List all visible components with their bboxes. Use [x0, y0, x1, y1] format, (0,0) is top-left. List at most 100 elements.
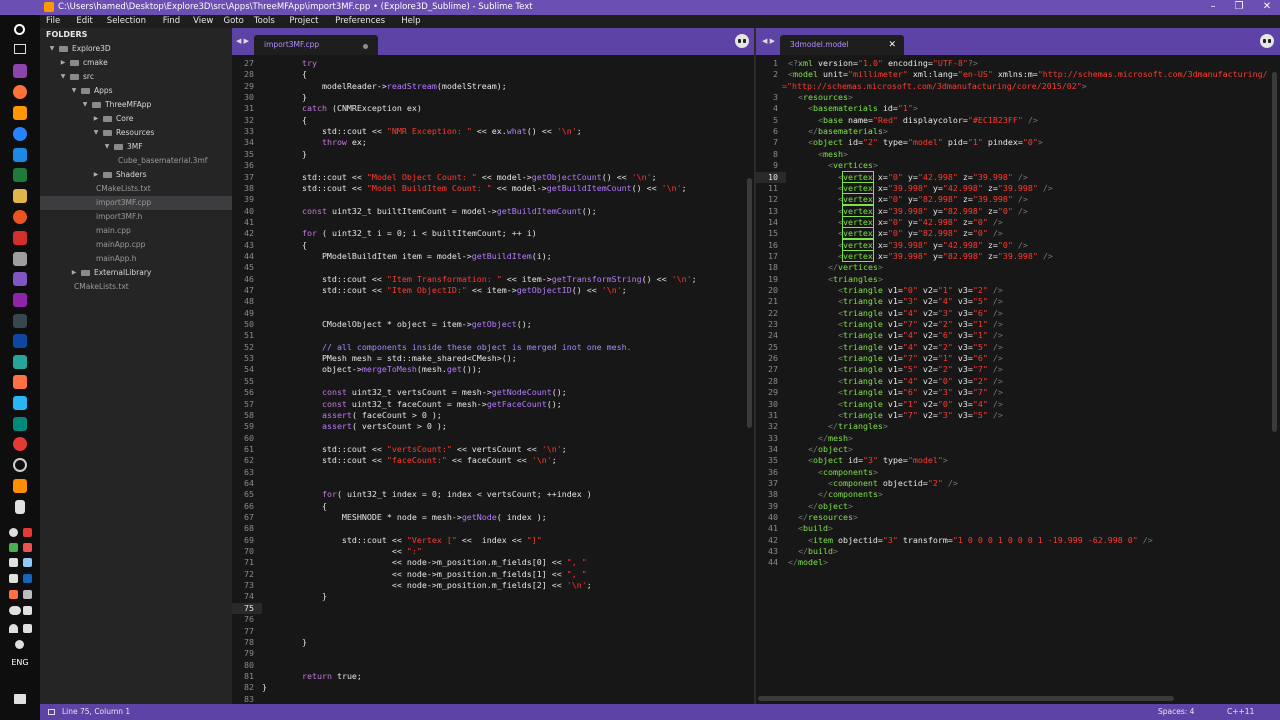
- code-line[interactable]: return true;: [262, 671, 362, 681]
- obs-icon[interactable]: [13, 458, 27, 472]
- menu-selection[interactable]: Selection: [107, 15, 146, 28]
- maya-icon[interactable]: [13, 355, 27, 369]
- line-number[interactable]: 40: [232, 206, 254, 216]
- vertical-scrollbar-left[interactable]: [747, 178, 752, 428]
- chevron-right-icon[interactable]: ▶: [92, 168, 100, 182]
- line-number[interactable]: 82: [232, 682, 254, 692]
- chevron-down-icon[interactable]: ▼: [103, 140, 111, 154]
- visual-studio-code-icon[interactable]: [13, 148, 27, 162]
- code-line[interactable]: <vertex x="0" y="42.998" z="39.998" />: [788, 170, 1028, 183]
- excel-icon[interactable]: [13, 168, 27, 182]
- line-number[interactable]: 1: [756, 58, 778, 68]
- remote-desktop-icon[interactable]: [13, 252, 27, 266]
- line-number[interactable]: 32: [232, 115, 254, 125]
- line-number[interactable]: 37: [756, 478, 778, 488]
- code-line[interactable]: </basematerials>: [788, 126, 888, 136]
- line-number[interactable]: 79: [232, 648, 254, 658]
- tab-import3mf-cpp[interactable]: import3MF.cpp: [254, 35, 378, 55]
- code-line[interactable]: <triangle v1="4" v2="2" v3="5" />: [788, 342, 1003, 352]
- code-line[interactable]: </resources>: [788, 512, 858, 522]
- tablet-icon[interactable]: [15, 500, 25, 514]
- line-number[interactable]: 68: [232, 523, 254, 533]
- code-line[interactable]: ="http://schemas.microsoft.com/3dmanufac…: [782, 81, 1087, 91]
- line-number[interactable]: 71: [232, 557, 254, 567]
- line-number[interactable]: 43: [756, 546, 778, 556]
- code-line[interactable]: catch (CNMRException ex): [262, 103, 422, 113]
- line-number[interactable]: 38: [232, 183, 254, 193]
- sourcetree-icon[interactable]: [13, 127, 27, 141]
- firefox-icon[interactable]: [13, 85, 27, 99]
- line-number[interactable]: 74: [232, 591, 254, 601]
- code-line[interactable]: <basematerials id="1">: [788, 103, 918, 113]
- code-line[interactable]: <vertex x="39.998" y="42.998" z="0" />: [788, 238, 1028, 251]
- line-number[interactable]: 15: [756, 228, 778, 238]
- line-number[interactable]: 57: [232, 399, 254, 409]
- cursor-position[interactable]: Line 75, Column 1: [62, 704, 130, 720]
- line-number[interactable]: 41: [232, 217, 254, 227]
- code-line[interactable]: <triangle v1="5" v2="2" v3="7" />: [788, 364, 1003, 374]
- line-number[interactable]: 19: [756, 274, 778, 284]
- line-number[interactable]: 44: [756, 557, 778, 567]
- onenote-icon[interactable]: [13, 64, 27, 78]
- line-number[interactable]: 47: [232, 285, 254, 295]
- code-line[interactable]: </model>: [788, 557, 828, 567]
- tab-scroll-arrows[interactable]: ◀ ▶: [236, 37, 249, 45]
- line-number[interactable]: 8: [756, 149, 778, 159]
- line-number[interactable]: 20: [756, 285, 778, 295]
- line-number[interactable]: 43: [232, 240, 254, 250]
- code-line[interactable]: <vertex x="39.998" y="42.998" z="39.998"…: [788, 181, 1053, 194]
- syntax-setting[interactable]: C++11: [1227, 704, 1254, 720]
- line-number[interactable]: 35: [756, 455, 778, 465]
- menu-find[interactable]: Find: [163, 15, 180, 28]
- code-line[interactable]: {: [262, 69, 307, 79]
- code-line[interactable]: <?xml version="1.0" encoding="UTF-8"?>: [788, 58, 978, 68]
- line-number[interactable]: 27: [756, 364, 778, 374]
- code-line[interactable]: <resources>: [788, 92, 853, 102]
- sidebar-file[interactable]: mainApp.cpp: [40, 238, 232, 252]
- line-number[interactable]: 80: [232, 660, 254, 670]
- code-line[interactable]: <model unit="millimeter" xml:lang="en-US…: [788, 69, 1268, 79]
- code-line[interactable]: std::cout << "Model Object Count: " << m…: [262, 172, 657, 182]
- wifi-icon[interactable]: [9, 624, 18, 633]
- sidebar-folder[interactable]: ▼ 3MF: [40, 140, 232, 154]
- terminal-icon[interactable]: [13, 314, 27, 328]
- line-number[interactable]: 9: [756, 160, 778, 170]
- line-number[interactable]: 11: [756, 183, 778, 193]
- tray-app6-icon[interactable]: [23, 590, 32, 599]
- sidebar-folder[interactable]: ▶ cmake: [40, 56, 232, 70]
- code-line[interactable]: <vertex x="0" y="42.998" z="0" />: [788, 215, 1003, 228]
- line-number[interactable]: 5: [756, 115, 778, 125]
- line-number[interactable]: 41: [756, 523, 778, 533]
- chrome-tray-icon[interactable]: [9, 528, 18, 537]
- code-line[interactable]: <vertex x="39.998" y="82.998" z="0" />: [788, 204, 1028, 217]
- line-number[interactable]: 23: [756, 319, 778, 329]
- tray-app-icon[interactable]: [9, 543, 18, 552]
- unsaved-dot-icon[interactable]: [363, 44, 368, 49]
- visual-studio-icon[interactable]: [13, 272, 27, 286]
- code-line[interactable]: << node->m_position.m_fields[0] << ", ": [262, 557, 587, 567]
- network-icon[interactable]: [23, 606, 32, 615]
- bluetooth-icon[interactable]: [23, 574, 32, 583]
- vertical-scrollbar-right[interactable]: [1272, 72, 1277, 432]
- code-line[interactable]: modelReader->readStream(modelStream);: [262, 81, 507, 91]
- windows-defender-icon[interactable]: [9, 574, 18, 583]
- maximize-button[interactable]: ❐: [1226, 0, 1252, 15]
- line-number[interactable]: 45: [232, 262, 254, 272]
- line-number[interactable]: 28: [232, 69, 254, 79]
- line-number[interactable]: 54: [232, 364, 254, 374]
- sidebar-file[interactable]: import3MF.h: [40, 210, 232, 224]
- code-line[interactable]: std::cout << "Item ObjectID:" << item->g…: [262, 285, 627, 295]
- sidebar-folder[interactable]: ▼ ThreeMFApp: [40, 98, 232, 112]
- line-number[interactable]: 35: [232, 149, 254, 159]
- visual-studio-2-icon[interactable]: [13, 293, 27, 307]
- onedrive-icon[interactable]: [9, 606, 21, 615]
- chevron-right-icon[interactable]: ▶: [92, 112, 100, 126]
- line-number[interactable]: 66: [232, 501, 254, 511]
- code-line[interactable]: </object>: [788, 444, 853, 454]
- indentation-setting[interactable]: Spaces: 4: [1158, 704, 1194, 720]
- line-number[interactable]: 36: [756, 467, 778, 477]
- line-number[interactable]: 77: [232, 626, 254, 636]
- line-number[interactable]: 32: [756, 421, 778, 431]
- line-number[interactable]: 52: [232, 342, 254, 352]
- sidebar-folder[interactable]: ▶ Shaders: [40, 168, 232, 182]
